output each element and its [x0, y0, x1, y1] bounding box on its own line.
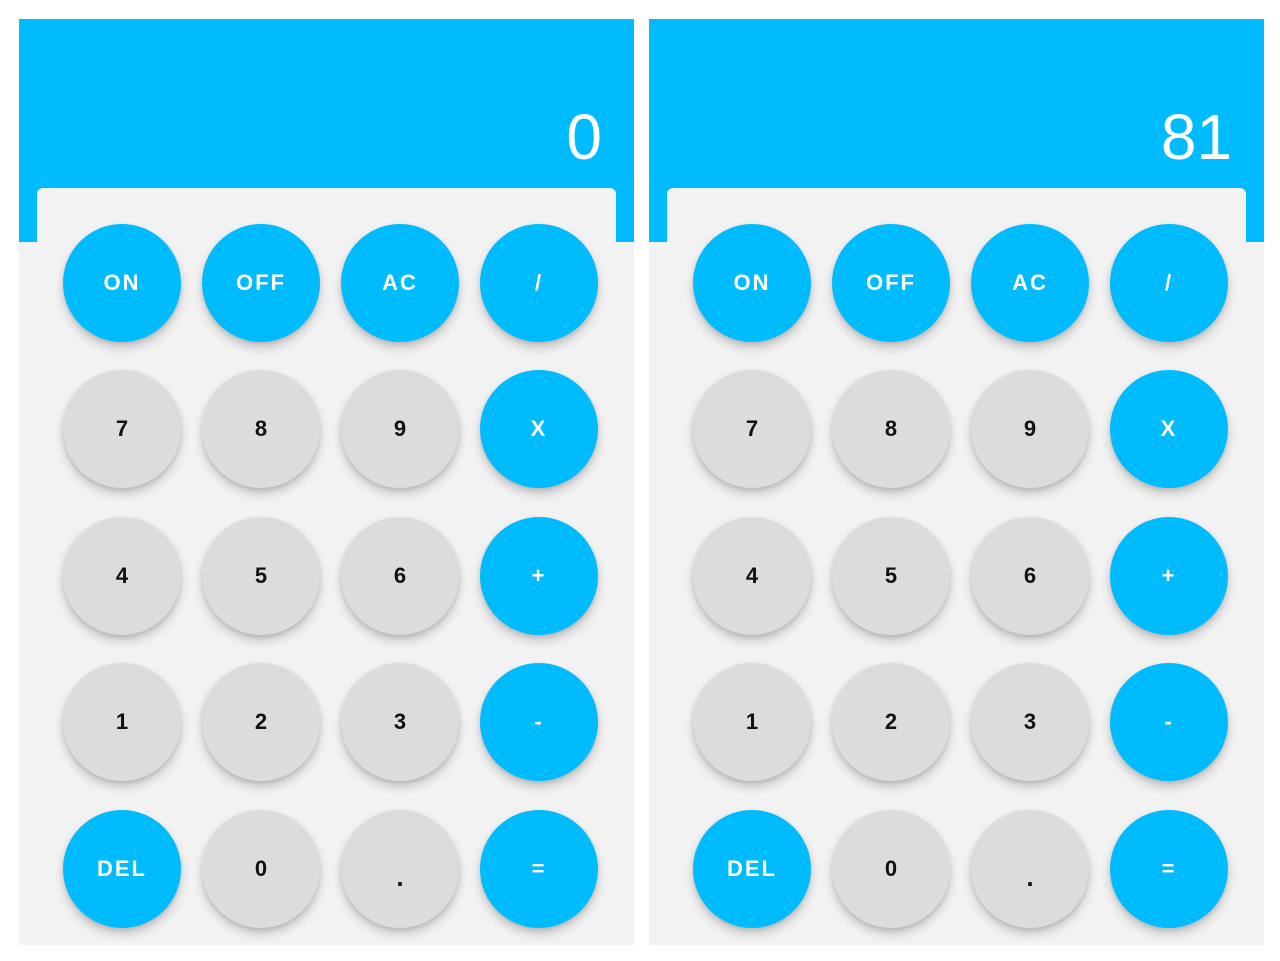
decimal-button[interactable]: .: [971, 810, 1089, 928]
subtract-button[interactable]: -: [1110, 663, 1228, 781]
multiply-button[interactable]: X: [480, 370, 598, 488]
key-label: =: [531, 856, 547, 881]
multiply-button[interactable]: X: [1110, 370, 1228, 488]
key-label: 0: [884, 856, 898, 881]
subtract-button[interactable]: -: [480, 663, 598, 781]
key-label: 3: [393, 709, 407, 734]
digit-3-button[interactable]: 3: [341, 663, 459, 781]
key-label: 4: [745, 563, 759, 588]
key-label: 5: [884, 563, 898, 588]
key-label: DEL: [97, 856, 147, 881]
off-button[interactable]: OFF: [832, 224, 950, 342]
key-label: -: [1164, 709, 1174, 734]
key-label: 1: [115, 709, 129, 734]
key-label: DEL: [727, 856, 777, 881]
add-button[interactable]: +: [1110, 517, 1228, 635]
digit-2-button[interactable]: 2: [202, 663, 320, 781]
clear-button[interactable]: AC: [341, 224, 459, 342]
digit-8-button[interactable]: 8: [202, 370, 320, 488]
digit-6-button[interactable]: 6: [341, 517, 459, 635]
key-label: =: [1161, 856, 1177, 881]
key-label: +: [531, 563, 547, 588]
key-label: AC: [382, 270, 418, 295]
digit-2-button[interactable]: 2: [832, 663, 950, 781]
digit-7-button[interactable]: 7: [693, 370, 811, 488]
key-label: -: [534, 709, 544, 734]
key-label: 2: [884, 709, 898, 734]
digit-4-button[interactable]: 4: [693, 517, 811, 635]
on-button[interactable]: ON: [693, 224, 811, 342]
key-label: 8: [884, 416, 898, 441]
key-label: 4: [115, 563, 129, 588]
digit-0-button[interactable]: 0: [202, 810, 320, 928]
key-label: 3: [1023, 709, 1037, 734]
key-label: 8: [254, 416, 268, 441]
key-label: /: [534, 270, 544, 295]
key-label: OFF: [866, 270, 916, 295]
off-button[interactable]: OFF: [202, 224, 320, 342]
key-label: 5: [254, 563, 268, 588]
key-label: ON: [733, 270, 771, 295]
digit-1-button[interactable]: 1: [693, 663, 811, 781]
digit-4-button[interactable]: 4: [63, 517, 181, 635]
key-label: +: [1161, 563, 1177, 588]
calculator-screen-right: 81 ON OFF AC / 7 8 9 X 4 5 6 +1 2 3 - DEL 0. =: [649, 19, 1264, 945]
key-label: 0: [254, 856, 268, 881]
key-label: 2: [254, 709, 268, 734]
equals-button[interactable]: =: [480, 810, 598, 928]
key-label: AC: [1012, 270, 1048, 295]
digit-5-button[interactable]: 5: [832, 517, 950, 635]
digit-0-button[interactable]: 0: [832, 810, 950, 928]
digit-7-button[interactable]: 7: [63, 370, 181, 488]
digit-6-button[interactable]: 6: [971, 517, 1089, 635]
key-label: /: [1164, 270, 1174, 295]
key-label: X: [1160, 416, 1178, 441]
key-label: 9: [393, 416, 407, 441]
on-button[interactable]: ON: [63, 224, 181, 342]
add-button[interactable]: +: [480, 517, 598, 635]
divide-button[interactable]: /: [480, 224, 598, 342]
display-value: 81: [1160, 101, 1232, 173]
key-label: .: [396, 861, 404, 892]
key-label: 1: [745, 709, 759, 734]
digit-9-button[interactable]: 9: [341, 370, 459, 488]
key-label: .: [1026, 861, 1034, 892]
clear-button[interactable]: AC: [971, 224, 1089, 342]
key-label: 7: [745, 416, 759, 441]
divide-button[interactable]: /: [1110, 224, 1228, 342]
digit-5-button[interactable]: 5: [202, 517, 320, 635]
delete-button[interactable]: DEL: [63, 810, 181, 928]
equals-button[interactable]: =: [1110, 810, 1228, 928]
digit-1-button[interactable]: 1: [63, 663, 181, 781]
calculator-screen-left: 0 ON OFF AC / 7 8 9 X 4 5 6 +1 2 3 - DEL 0. =: [19, 19, 634, 945]
key-label: 9: [1023, 416, 1037, 441]
key-label: X: [530, 416, 548, 441]
decimal-button[interactable]: .: [341, 810, 459, 928]
digit-8-button[interactable]: 8: [832, 370, 950, 488]
key-label: 6: [393, 563, 407, 588]
display-value: 0: [566, 101, 602, 173]
delete-button[interactable]: DEL: [693, 810, 811, 928]
key-label: ON: [103, 270, 141, 295]
digit-3-button[interactable]: 3: [971, 663, 1089, 781]
key-label: OFF: [236, 270, 286, 295]
key-label: 6: [1023, 563, 1037, 588]
key-label: 7: [115, 416, 129, 441]
digit-9-button[interactable]: 9: [971, 370, 1089, 488]
